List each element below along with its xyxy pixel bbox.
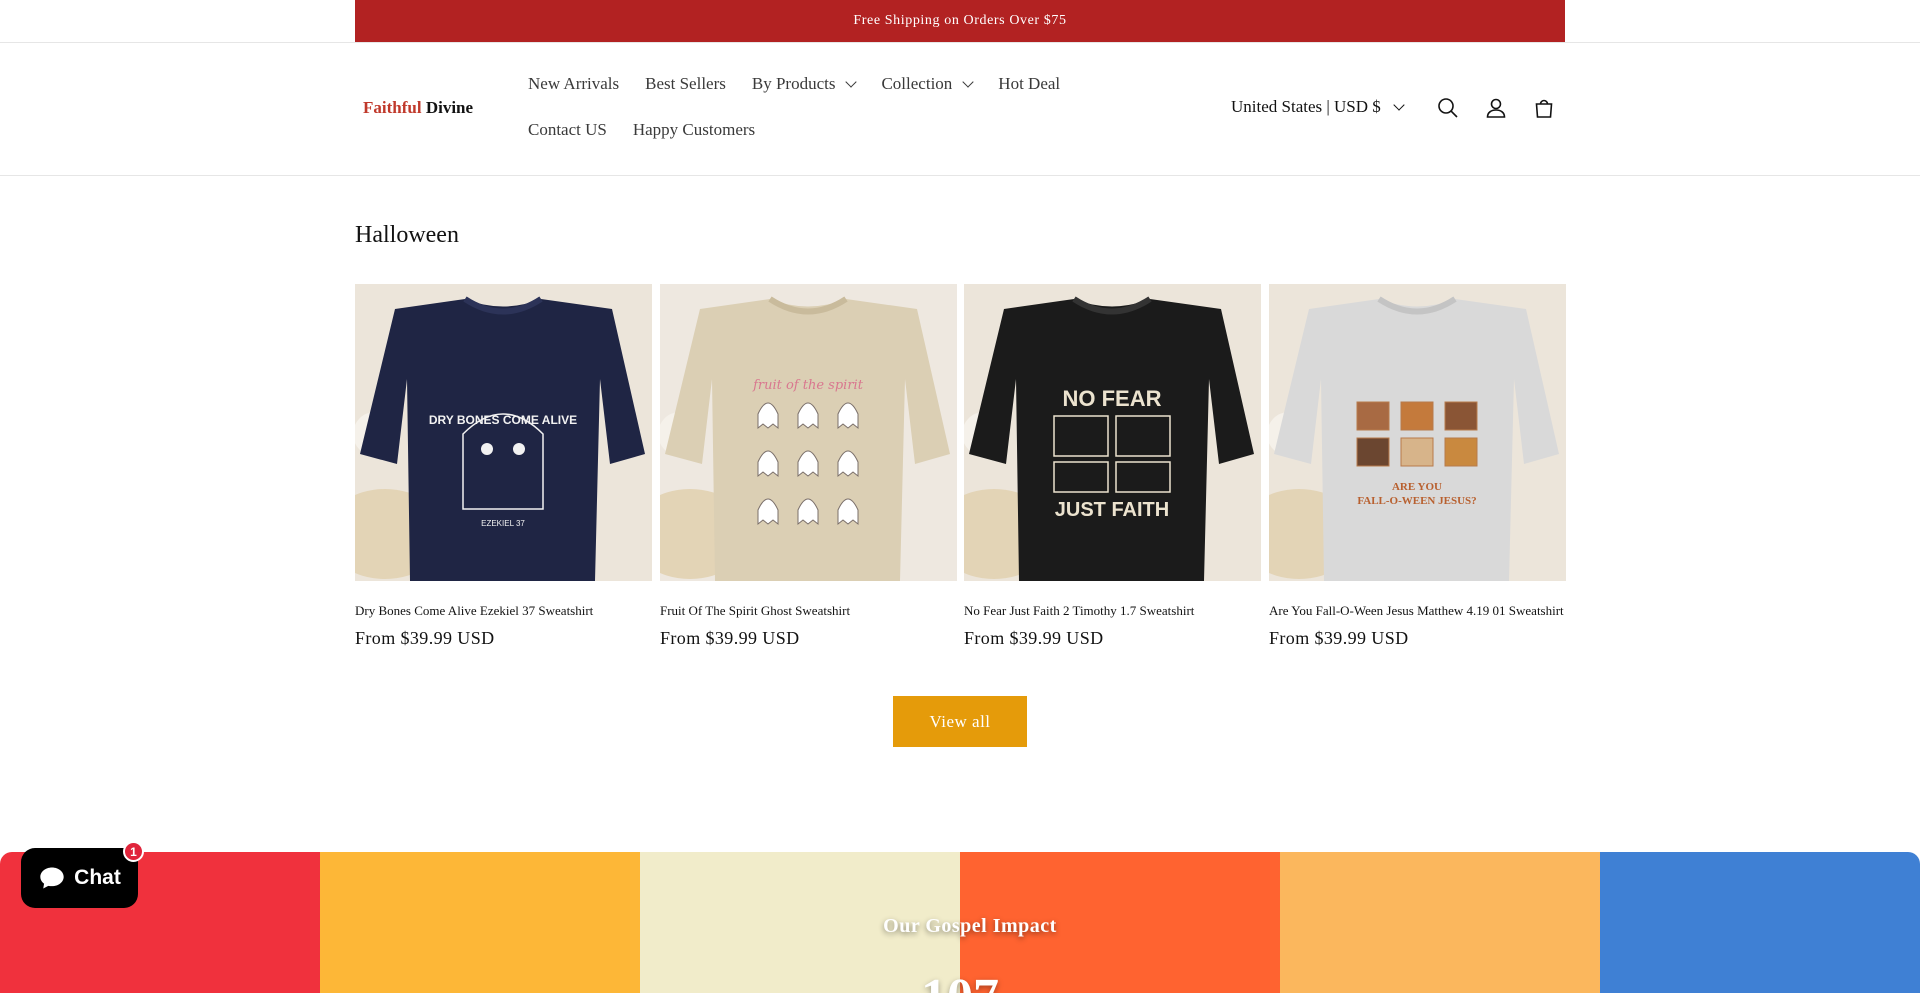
nav-by-products[interactable]: By Products — [751, 74, 858, 94]
chevron-down-icon — [962, 76, 974, 88]
nav-contact-us[interactable]: Contact US — [528, 120, 607, 140]
nav-label: Contact US — [528, 120, 607, 139]
sweatshirt-graphic-text: ARE YOU — [1392, 481, 1442, 493]
sweatshirt-graphic-text: fruit of the spirit — [752, 378, 864, 393]
main-navigation: New Arrivals Best Sellers By Products Co… — [528, 68, 1088, 160]
nav-label: Best Sellers — [645, 74, 726, 93]
sweatshirt-graphic-subtext: JUST FAITH — [1055, 499, 1169, 521]
nav-label: By Products — [751, 74, 836, 93]
logo-text-faithful: Faithful — [363, 98, 422, 117]
nav-hot-deal[interactable]: Hot Deal — [998, 74, 1060, 94]
site-logo[interactable]: Faithful Divine — [363, 98, 473, 118]
sweatshirt-image: NO FEAR JUST FAITH — [964, 284, 1261, 581]
sweatshirt-image: DRY BONES COME ALIVE EZEKIEL 37 — [355, 284, 652, 581]
section-title: Halloween — [355, 222, 459, 248]
header-divider-top — [0, 42, 1920, 43]
nav-label: Happy Customers — [632, 120, 756, 139]
chevron-down-icon — [1393, 99, 1405, 111]
product-name[interactable]: Dry Bones Come Alive Ezekiel 37 Sweatshi… — [355, 602, 652, 619]
product-price: From $39.99 USD — [660, 628, 800, 648]
nav-label: New Arrivals — [528, 74, 620, 93]
currency-label: United States | USD $ — [1231, 97, 1381, 116]
nav-row-2: Contact US Happy Customers — [528, 114, 1088, 146]
product-price: From $39.99 USD — [1269, 628, 1409, 648]
product-image[interactable]: NO FEAR JUST FAITH — [964, 284, 1261, 581]
nav-happy-customers[interactable]: Happy Customers — [633, 120, 755, 140]
product-image[interactable]: DRY BONES COME ALIVE EZEKIEL 37 — [355, 284, 652, 581]
cart-icon — [1535, 99, 1553, 118]
product-price: From $39.99 USD — [355, 628, 495, 648]
impact-number: 107 — [0, 968, 1920, 993]
view-all-button[interactable]: View all — [893, 696, 1027, 747]
sweatshirt-image: ARE YOU FALL-O-WEEN JESUS? — [1269, 284, 1566, 581]
product-card[interactable]: NO FEAR JUST FAITH No Fear Just Faith 2 … — [964, 284, 1261, 649]
nav-best-sellers[interactable]: Best Sellers — [645, 74, 726, 94]
sweatshirt-graphic-subtext: FALL-O-WEEN JESUS? — [1357, 495, 1476, 507]
product-card[interactable]: fruit of the spirit Fruit Of The Spirit … — [660, 284, 957, 649]
view-all-label: View all — [929, 711, 991, 731]
logo-text-divine: Divine — [425, 98, 474, 117]
product-image[interactable]: fruit of the spirit — [660, 284, 957, 581]
product-image[interactable]: ARE YOU FALL-O-WEEN JESUS? — [1269, 284, 1566, 581]
cart-button[interactable] — [1530, 94, 1558, 122]
product-price: From $39.99 USD — [964, 628, 1104, 648]
nav-collection[interactable]: Collection — [881, 74, 974, 94]
product-name[interactable]: No Fear Just Faith 2 Timothy 1.7 Sweatsh… — [964, 602, 1261, 619]
chat-notification-badge: 1 — [123, 841, 144, 862]
search-button[interactable] — [1434, 94, 1462, 122]
announcement-bar: Free Shipping on Orders Over $75 — [355, 0, 1565, 42]
nav-new-arrivals[interactable]: New Arrivals — [528, 74, 619, 94]
sweatshirt-graphic-text: DRY BONES COME ALIVE — [429, 413, 577, 427]
account-button[interactable] — [1482, 94, 1510, 122]
sweatshirt-image: fruit of the spirit — [660, 284, 957, 581]
chat-bubble-icon — [40, 867, 64, 889]
product-name[interactable]: Are You Fall-O-Ween Jesus Matthew 4.19 0… — [1269, 602, 1566, 619]
chat-label: Chat — [74, 866, 121, 889]
sweatshirt-graphic-subtext: EZEKIEL 37 — [481, 519, 525, 528]
account-icon — [1486, 98, 1506, 118]
product-card[interactable]: ARE YOU FALL-O-WEEN JESUS? Are You Fall-… — [1269, 284, 1566, 649]
shopify-chat-button[interactable]: Chat — [21, 848, 138, 908]
country-currency-selector[interactable]: United States | USD $ — [1231, 97, 1405, 117]
announcement-text: Free Shipping on Orders Over $75 — [853, 13, 1067, 28]
nav-label: Collection — [881, 74, 953, 93]
chevron-down-icon — [845, 76, 858, 88]
nav-row-1: New Arrivals Best Sellers By Products Co… — [528, 68, 1088, 100]
search-icon — [1438, 98, 1458, 118]
nav-label: Hot Deal — [998, 74, 1061, 93]
product-name[interactable]: Fruit Of The Spirit Ghost Sweatshirt — [660, 602, 957, 619]
header-divider-bottom — [0, 175, 1920, 176]
product-card[interactable]: DRY BONES COME ALIVE EZEKIEL 37 Dry Bone… — [355, 284, 652, 649]
sweatshirt-graphic-text: NO FEAR — [1063, 386, 1162, 411]
impact-title: Our Gospel Impact — [883, 915, 1057, 937]
